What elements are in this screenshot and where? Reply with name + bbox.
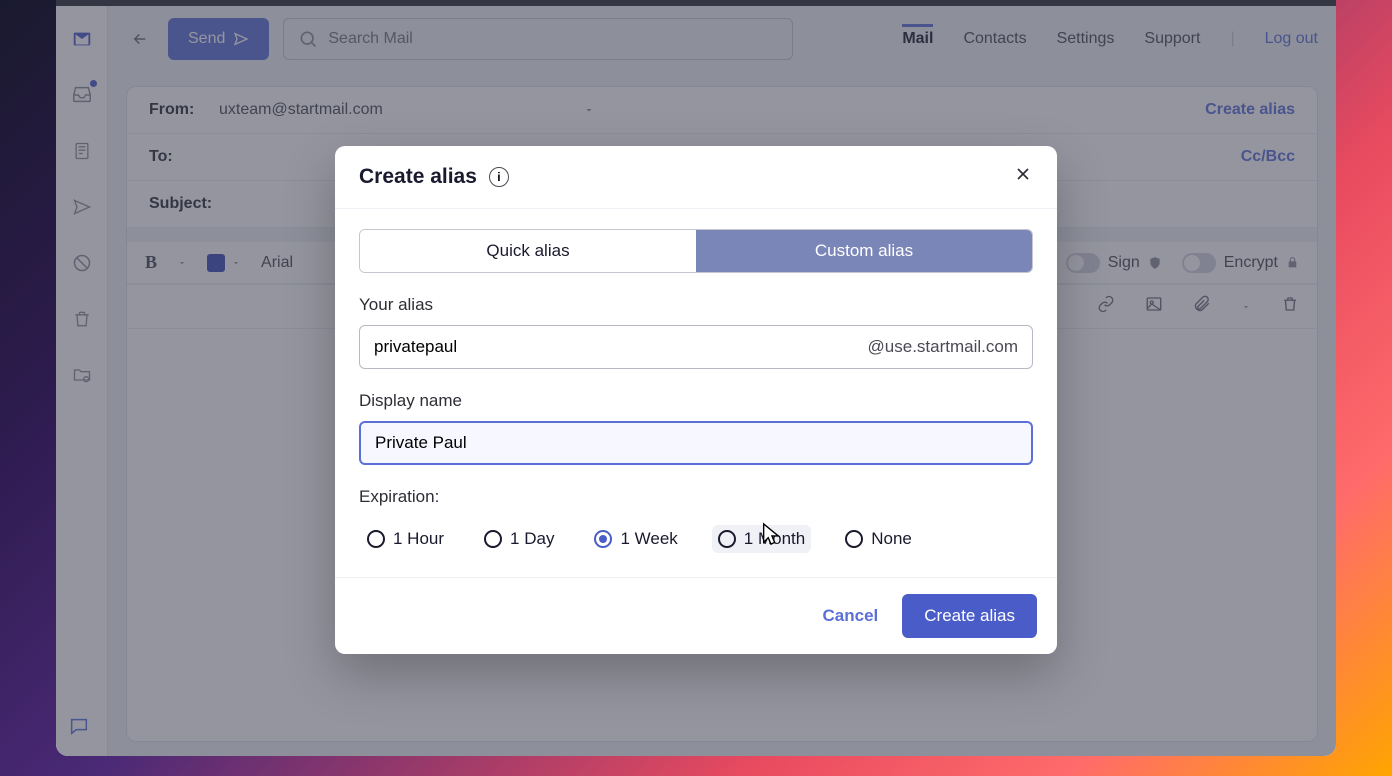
display-name-label: Display name: [359, 391, 1033, 411]
close-icon: [1013, 164, 1033, 184]
radio-label: 1 Month: [744, 529, 805, 549]
modal-title: Create alias: [359, 165, 477, 189]
expiration-radios: 1 Hour 1 Day 1 Week 1 Month: [359, 525, 1033, 553]
radio-circle: [367, 530, 385, 548]
radio-label: None: [871, 529, 912, 549]
alias-input[interactable]: [374, 337, 868, 357]
radio-none[interactable]: None: [839, 525, 918, 553]
alias-label: Your alias: [359, 295, 1033, 315]
radio-circle: [718, 530, 736, 548]
create-alias-modal: Create alias i Quick alias Custom alias …: [335, 146, 1057, 654]
expiration-label: Expiration:: [359, 487, 1033, 507]
info-icon[interactable]: i: [489, 167, 509, 187]
modal-overlay[interactable]: Create alias i Quick alias Custom alias …: [56, 0, 1336, 756]
radio-label: 1 Week: [620, 529, 677, 549]
alias-type-tabs: Quick alias Custom alias: [359, 229, 1033, 273]
radio-1-day[interactable]: 1 Day: [478, 525, 560, 553]
radio-circle: [845, 530, 863, 548]
close-button[interactable]: [1013, 164, 1033, 190]
radio-label: 1 Hour: [393, 529, 444, 549]
create-alias-button[interactable]: Create alias: [902, 594, 1037, 638]
radio-label: 1 Day: [510, 529, 554, 549]
radio-1-month[interactable]: 1 Month: [712, 525, 811, 553]
tab-custom-alias[interactable]: Custom alias: [696, 230, 1032, 272]
radio-circle: [594, 530, 612, 548]
radio-1-week[interactable]: 1 Week: [588, 525, 683, 553]
radio-1-hour[interactable]: 1 Hour: [361, 525, 450, 553]
cancel-button[interactable]: Cancel: [823, 606, 879, 626]
tab-quick-alias[interactable]: Quick alias: [360, 230, 696, 272]
radio-circle: [484, 530, 502, 548]
display-name-input[interactable]: [359, 421, 1033, 465]
app-window: Send Mail Contacts Settings Support | Lo…: [56, 0, 1336, 756]
alias-suffix: @use.startmail.com: [868, 337, 1018, 357]
alias-input-wrap[interactable]: @use.startmail.com: [359, 325, 1033, 369]
